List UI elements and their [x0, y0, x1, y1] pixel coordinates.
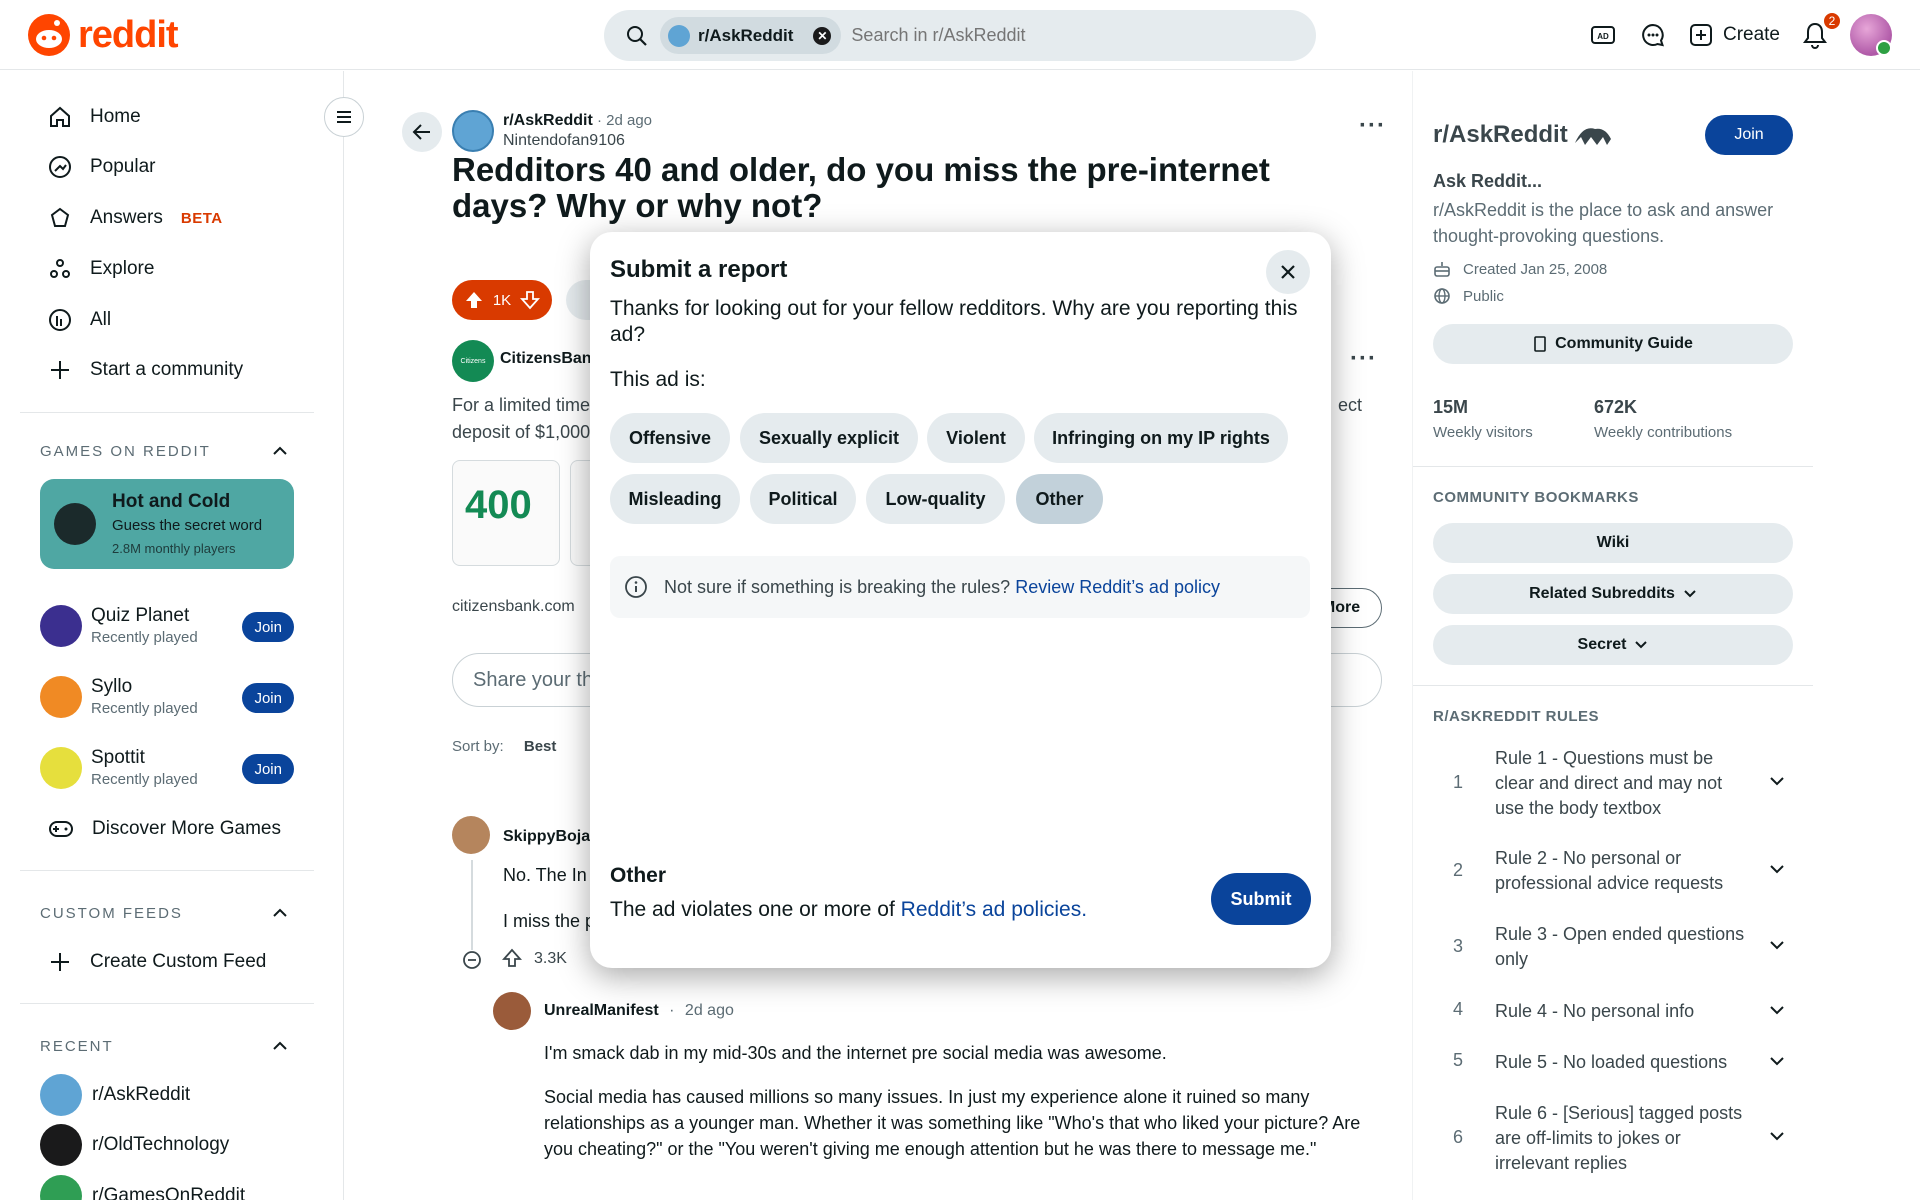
reason-misleading[interactable]: Misleading — [610, 474, 740, 524]
reason-political[interactable]: Political — [750, 474, 856, 524]
submit-report-button[interactable]: Submit — [1211, 873, 1311, 925]
info-icon — [625, 576, 647, 598]
ad-policies-link[interactable]: Reddit’s ad policies. — [901, 898, 1087, 921]
close-icon — [1281, 265, 1295, 279]
reason-label: This ad is: — [610, 368, 706, 391]
selected-reason-title: Other — [610, 864, 667, 887]
info-text: Not sure if something is breaking the ru… — [664, 576, 1011, 597]
reason-other[interactable]: Other — [1016, 474, 1103, 524]
selected-reason-text: The ad violates one or more of Reddit’s … — [610, 898, 1087, 922]
modal-description: Thanks for looking out for your fellow r… — [610, 297, 1298, 346]
reason-violent[interactable]: Violent — [927, 413, 1025, 463]
reason-offensive[interactable]: Offensive — [610, 413, 730, 463]
reason-ip-rights[interactable]: Infringing on my IP rights — [1034, 413, 1288, 463]
close-modal-button[interactable] — [1266, 250, 1310, 294]
reason-sexually-explicit[interactable]: Sexually explicit — [740, 413, 918, 463]
modal-title: Submit a report — [610, 256, 788, 283]
ad-policy-link[interactable]: Review Reddit’s ad policy — [1015, 577, 1220, 597]
reason-explanation: The ad violates one or more of — [610, 898, 895, 921]
ad-policy-info: Not sure if something is breaking the ru… — [610, 556, 1310, 618]
report-modal: Submit a report Thanks for looking out f… — [590, 232, 1331, 968]
reason-low-quality[interactable]: Low-quality — [866, 474, 1005, 524]
